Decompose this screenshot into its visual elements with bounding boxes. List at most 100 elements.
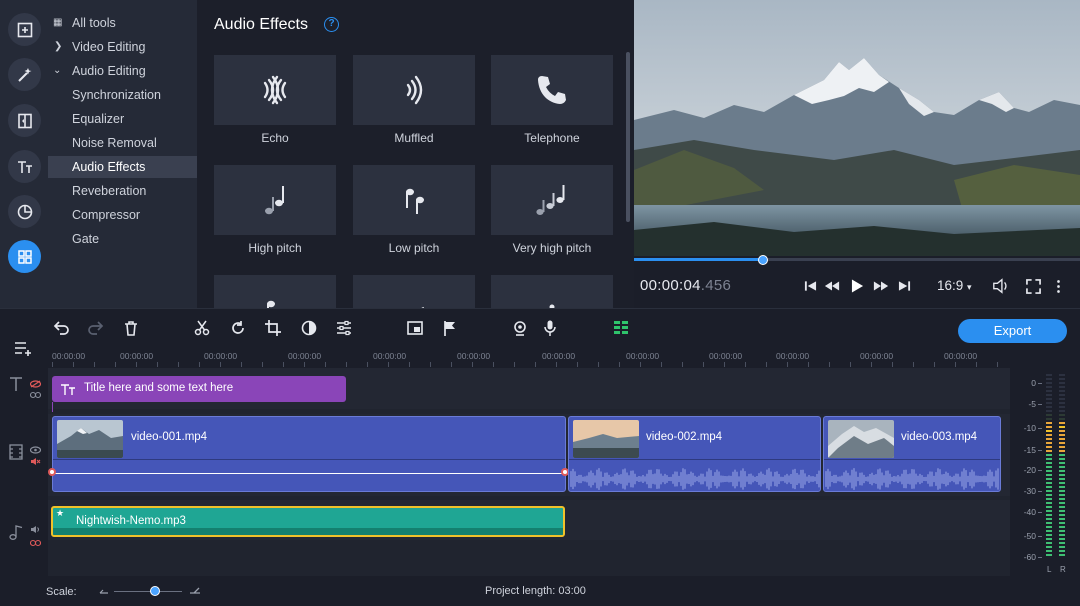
ruler-tick [283,362,284,367]
crop-button[interactable] [263,318,283,338]
clip-audio-divider [569,459,820,460]
timeline-tracks: Title here and some text here video-001.… [48,368,1010,576]
meter-segment [1059,442,1065,444]
zoom-in-icon[interactable] [189,585,201,595]
sidebar-item-audio-effects[interactable]: Audio Effects [48,156,197,178]
sidebar-item-video-editing[interactable]: ❯ Video Editing [48,36,197,58]
video-clip-3[interactable]: video-003.mp4 [823,416,1001,492]
ruler-tick [514,362,515,367]
meter-segment [1046,478,1052,480]
record-voiceover-button[interactable] [540,318,560,338]
add-marker-button[interactable] [440,318,460,338]
meter-segment [1046,554,1052,556]
effect-tile-partial-3[interactable] [491,275,613,308]
skip-to-start-button[interactable] [804,278,817,294]
skip-to-end-button[interactable] [898,278,911,294]
meter-segment [1059,550,1065,552]
video-track-mute-toggle[interactable] [30,453,41,471]
meter-segment [1046,450,1052,452]
effect-tile-telephone[interactable] [491,55,613,125]
rotate-button[interactable] [228,318,248,338]
preview-video-frame[interactable] [634,0,1080,256]
zoom-out-icon[interactable] [99,587,109,595]
meter-segment [1059,534,1065,536]
sidebar-item-synchronization[interactable]: Synchronization [48,84,197,106]
fast-forward-button[interactable] [873,278,889,294]
sidebar-item-reveberation[interactable]: Reveberation [48,180,197,202]
sidebar-item-compressor[interactable]: Compressor [48,204,197,226]
effect-tile-echo[interactable] [214,55,336,125]
ruler-tick [325,362,326,367]
play-button[interactable] [851,278,864,294]
transitions-button[interactable] [8,104,41,137]
help-icon[interactable]: ? [324,17,339,32]
effects-scrollbar[interactable] [626,52,630,222]
video-clip-1[interactable]: video-001.mp4 [52,416,566,492]
split-button[interactable] [192,318,212,338]
levels-meter-icon [614,321,628,334]
undo-button[interactable] [51,318,71,338]
seek-bar-handle[interactable] [758,255,769,265]
sidebar-item-all-tools[interactable]: ▦ All tools [48,12,197,34]
more-options-button[interactable] [1056,278,1061,294]
effect-tile-low-pitch[interactable] [353,165,475,235]
db-label: -15 [1023,445,1036,455]
favorite-star-icon: ★ [56,508,65,518]
audio-levels-button[interactable] [611,318,631,338]
tools-sidebar: ▦ All tools ❯ Video Editing ⌄ Audio Editing… [48,0,197,308]
scale-slider-track[interactable] [114,591,182,592]
add-media-button[interactable] [8,13,41,46]
magic-tools-button[interactable] [8,58,41,91]
db-label: 0 [1031,378,1036,388]
titles-button[interactable] [8,150,41,183]
audio-clip[interactable]: ★ Nightwish-Nemo.mp3 [51,506,565,537]
aspect-ratio-dropdown[interactable]: 16:9 ▾ [937,278,972,293]
delete-button[interactable] [121,318,141,338]
scale-slider-handle[interactable] [149,586,160,596]
meter-segment [1059,406,1065,408]
more-tools-button[interactable] [8,240,41,273]
title-clip[interactable]: Title here and some text here [52,376,346,402]
effect-tile-partial-1[interactable] [214,275,336,308]
effect-tile-partial-2[interactable] [353,275,475,308]
fullscreen-icon [1026,278,1041,294]
export-button[interactable]: Export [958,319,1067,343]
effect-tile-muffled[interactable] [353,55,475,125]
skip-start-icon [804,281,817,291]
envelope-keyframe-start[interactable] [48,468,56,476]
meter-segment [1059,438,1065,440]
volume-envelope-line[interactable] [53,473,565,474]
meter-segment [1046,414,1052,416]
sidebar-item-gate[interactable]: Gate [48,228,197,250]
color-adjust-button[interactable] [299,318,319,338]
ruler-tick [73,362,74,367]
meter-segment [1059,518,1065,520]
add-track-button[interactable] [14,340,34,361]
speaker-icon [31,526,39,533]
effect-tile-very-high-pitch[interactable] [491,165,613,235]
title-track-link-toggle[interactable] [29,386,42,404]
db-tick [1038,536,1042,537]
panel-title: Audio Effects [214,16,308,33]
rewind-button[interactable] [824,278,840,294]
redo-button[interactable] [86,318,106,338]
sidebar-item-audio-editing[interactable]: ⌄ Audio Editing [48,60,197,82]
very-high-pitch-icon [536,185,565,215]
clip-properties-button[interactable] [334,318,354,338]
overlay-button[interactable] [405,318,425,338]
volume-button[interactable] [992,278,1010,294]
effect-label-high-pitch: High pitch [248,241,302,255]
sidebar-item-equalizer[interactable]: Equalizer [48,108,197,130]
video-clip-2[interactable]: video-002.mp4 [568,416,821,492]
record-webcam-button[interactable] [510,318,530,338]
meter-segment [1046,510,1052,512]
sidebar-item-noise-removal[interactable]: Noise Removal [48,132,197,154]
audio-track-link-toggle[interactable] [29,534,42,552]
meter-segment [1059,526,1065,528]
timeline-ruler[interactable]: 00:00:00 00:00:00 00:00:00 00:00:00 00:0… [48,346,1010,368]
ruler-tick [871,362,872,367]
stickers-button[interactable] [8,195,41,228]
effect-tile-high-pitch[interactable] [214,165,336,235]
meter-segment [1046,382,1052,384]
fullscreen-button[interactable] [1026,278,1041,294]
